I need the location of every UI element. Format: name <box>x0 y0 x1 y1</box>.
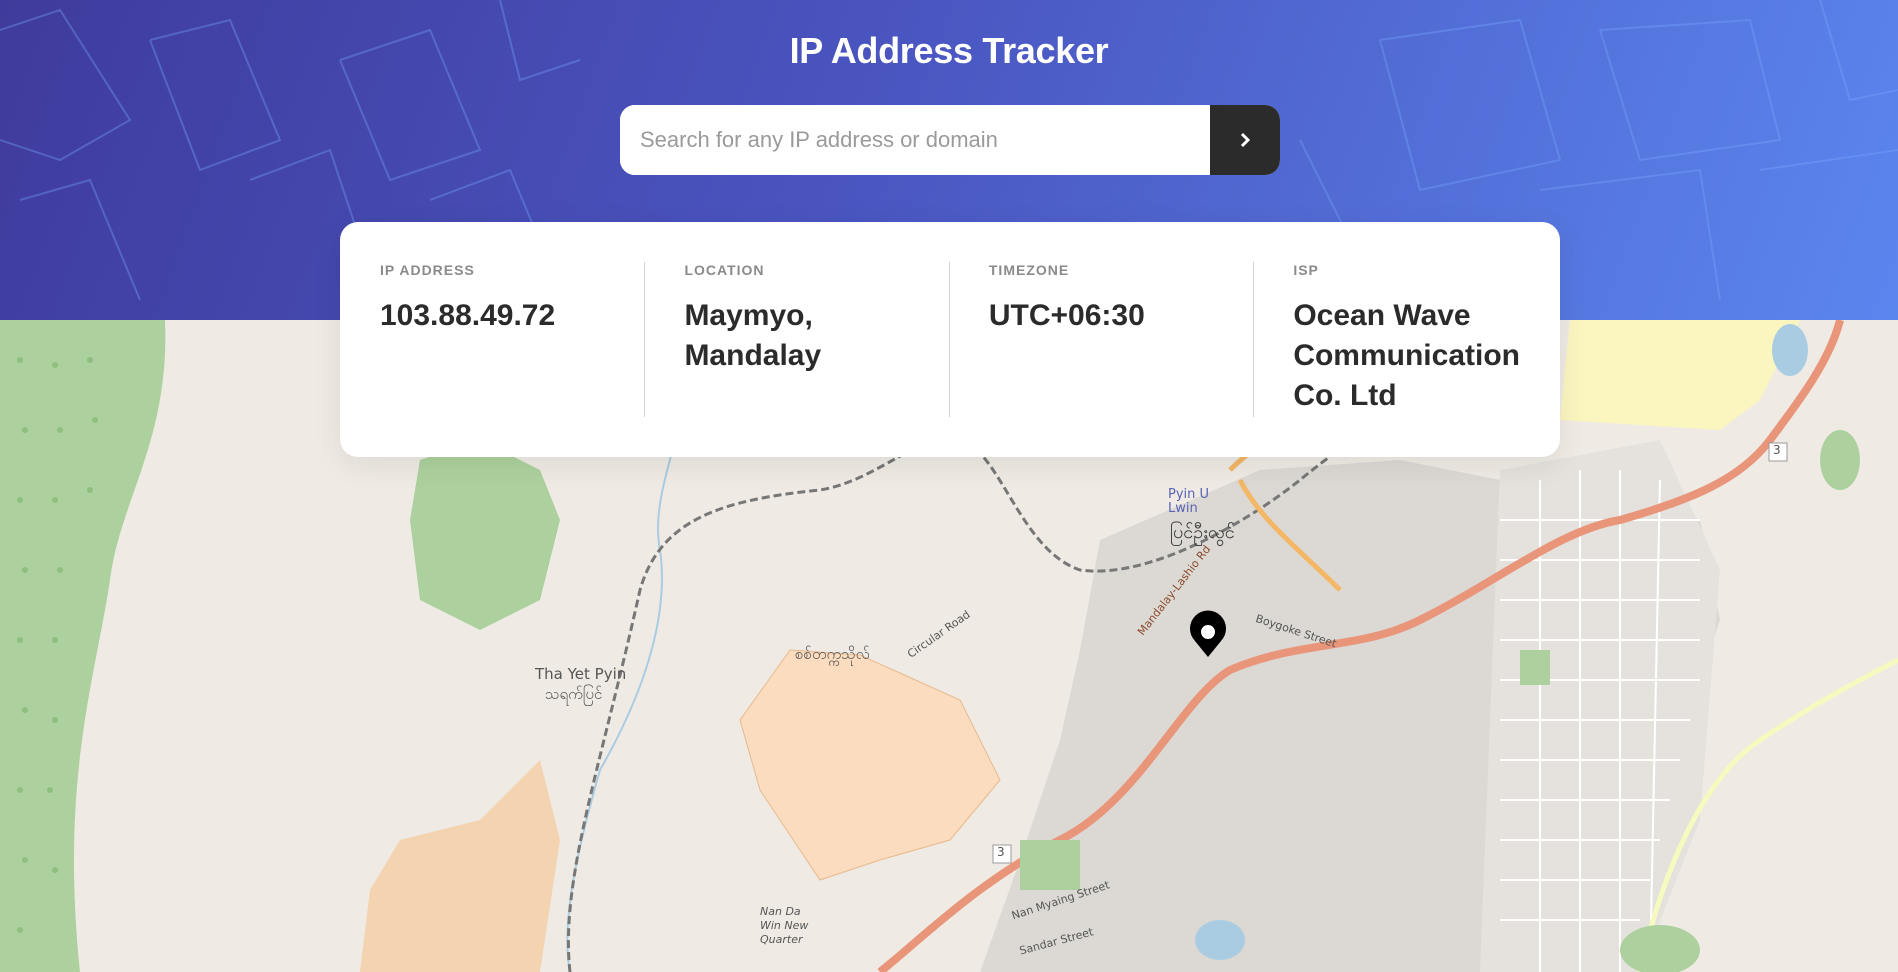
village-label: Tha Yet Pyin <box>535 665 627 683</box>
park <box>1520 650 1550 685</box>
search-bar <box>620 105 1280 175</box>
park <box>1020 840 1080 890</box>
town-label: Pyin U Lwin <box>1168 487 1210 516</box>
info-label: TIMEZONE <box>988 262 1070 278</box>
page-title: IP Address Tracker <box>789 30 1109 71</box>
village-local-label: သရက်ပြင် <box>545 685 603 703</box>
orange-area <box>360 760 560 972</box>
info-card: IP ADDRESS 103.88.49.72 LOCATION Maymyo,… <box>340 222 1560 457</box>
lake <box>1195 920 1245 960</box>
industrial-area <box>1560 320 1800 430</box>
info-value: Maymyo, Mandalay <box>684 299 822 372</box>
search-submit-button[interactable] <box>1210 105 1280 175</box>
info-label: ISP <box>1293 262 1319 278</box>
quarter-label: Nan Da Win New Quarter <box>760 905 809 946</box>
chevron-right-icon <box>1240 132 1251 148</box>
forest-patch <box>410 440 560 630</box>
info-timezone: TIMEZONE UTC+06:30 <box>948 262 1253 417</box>
military-label: စစ်တက္ကသိုလ် <box>795 645 870 663</box>
route-shield-label: 3 <box>997 845 1005 859</box>
info-location: LOCATION Maymyo, Mandalay <box>644 262 948 417</box>
route-shield-label: 3 <box>1773 443 1781 457</box>
info-value: Ocean Wave Communication Co. Ltd <box>1293 299 1520 412</box>
info-isp: ISP Ocean Wave Communication Co. Ltd <box>1253 262 1560 417</box>
park <box>1820 430 1860 490</box>
location-pin-icon[interactable] <box>1183 610 1233 660</box>
info-value: 103.88.49.72 <box>380 299 556 332</box>
info-value: UTC+06:30 <box>988 299 1145 332</box>
forest-area <box>0 320 166 972</box>
lake <box>1772 324 1808 376</box>
info-ip-address: IP ADDRESS 103.88.49.72 <box>340 262 644 417</box>
search-input[interactable] <box>620 105 1210 175</box>
info-label: LOCATION <box>684 262 765 278</box>
info-label: IP ADDRESS <box>380 262 475 278</box>
military-area <box>739 649 1001 881</box>
